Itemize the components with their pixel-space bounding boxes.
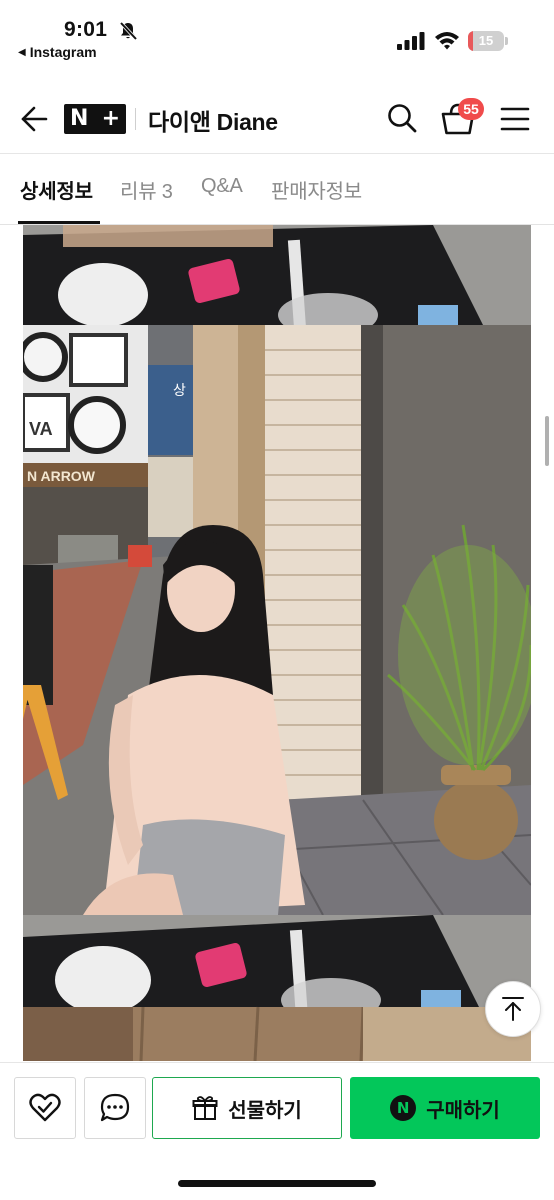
active-tab-underline <box>18 221 100 224</box>
chat-bubble-icon <box>100 1093 130 1122</box>
gift-button-label: 선물하기 <box>228 1099 302 1122</box>
wifi-icon <box>435 32 459 50</box>
scroll-to-top-button[interactable] <box>485 981 541 1037</box>
tab-details[interactable]: 상세정보 <box>20 175 93 204</box>
sign-va: VA <box>29 419 53 439</box>
sign-korean: 상 <box>173 383 186 399</box>
logo-divider <box>135 108 136 130</box>
arrow-up-icon <box>502 997 524 1021</box>
heart-check-icon <box>29 1093 61 1122</box>
tab-seller-info[interactable]: 판매자정보 <box>271 175 362 204</box>
back-arrow-icon[interactable] <box>20 106 48 132</box>
product-detail-image: VA N ARROW 상 <box>23 225 531 1061</box>
chat-button[interactable] <box>84 1077 146 1139</box>
bell-slash-icon <box>119 21 138 41</box>
naver-pay-icon: N <box>390 1095 417 1121</box>
status-bar: 9:01 ◀ Instagram 15 <box>0 0 554 66</box>
search-icon[interactable] <box>386 102 418 134</box>
back-triangle-icon: ◀ <box>18 46 26 58</box>
naver-plus-logo[interactable]: N + <box>64 104 126 134</box>
gift-icon <box>192 1096 218 1120</box>
cart-count-badge: 55 <box>458 98 484 120</box>
scrollbar-thumb[interactable] <box>545 416 549 466</box>
battery-level: 15 <box>478 33 494 48</box>
wishlist-button[interactable] <box>14 1077 76 1139</box>
menu-icon[interactable] <box>500 106 530 132</box>
tab-qna[interactable]: Q&A <box>201 175 243 198</box>
logo-plus: + <box>101 106 120 131</box>
sign-arrow: N ARROW <box>27 468 96 484</box>
battery-icon: 15 <box>468 31 508 51</box>
signal-icon <box>397 32 425 50</box>
back-app-label: Instagram <box>29 44 97 60</box>
buy-button[interactable]: N 구매하기 <box>350 1077 540 1139</box>
status-time: 9:01 <box>64 18 108 41</box>
store-name[interactable]: 다이앤 Diane <box>148 103 278 137</box>
product-tabs: 상세정보 리뷰 3 Q&A 판매자정보 <box>0 155 554 225</box>
logo-letter: N <box>70 106 89 131</box>
back-to-app-link[interactable]: ◀ Instagram <box>18 44 97 60</box>
home-indicator[interactable] <box>178 1180 376 1187</box>
product-photo: VA N ARROW 상 <box>23 225 531 1061</box>
buy-button-label: 구매하기 <box>426 1099 500 1122</box>
store-header: N + 다이앤 Diane 55 <box>0 84 554 154</box>
tab-reviews[interactable]: 리뷰 3 <box>120 175 173 204</box>
gift-button[interactable]: 선물하기 <box>152 1077 342 1139</box>
